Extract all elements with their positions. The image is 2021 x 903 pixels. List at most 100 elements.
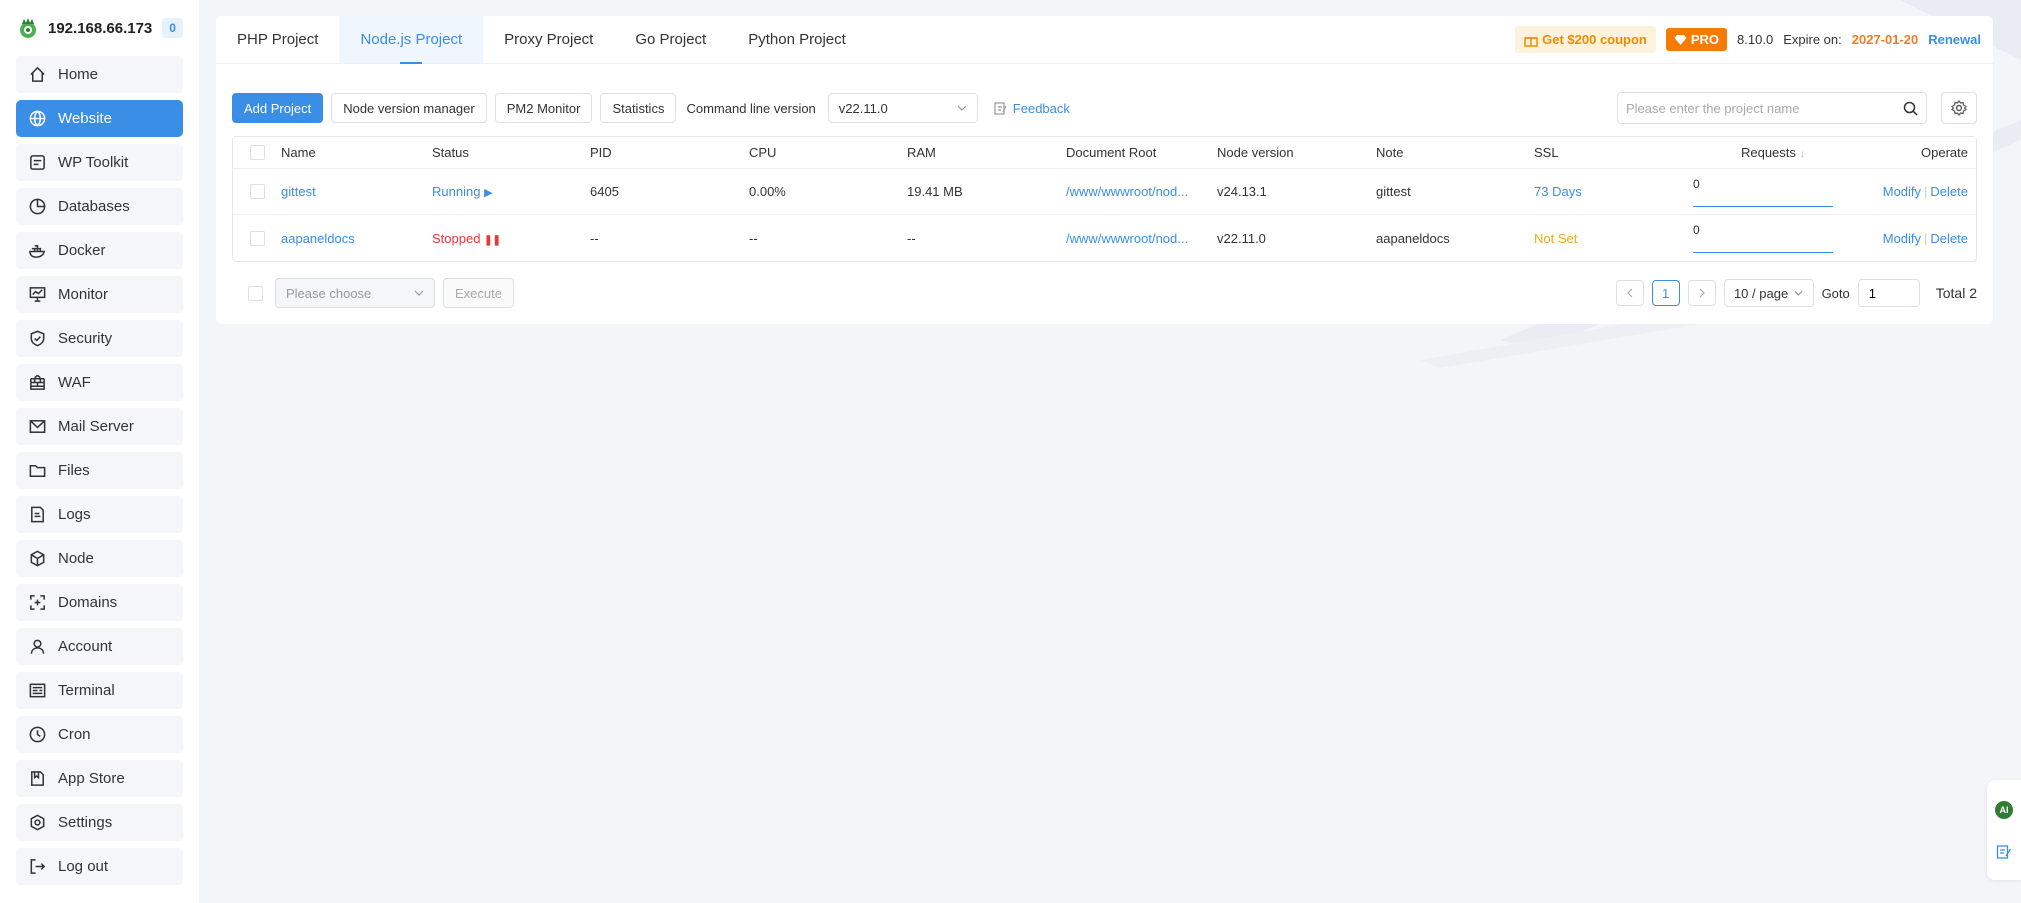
ai-assistant-button[interactable]: AI (1995, 800, 2013, 819)
batch-select-checkbox[interactable] (248, 285, 263, 301)
row-checkbox[interactable] (249, 184, 265, 199)
tab-go-project[interactable]: Go Project (614, 16, 727, 63)
row-checkbox[interactable] (249, 230, 265, 246)
sidebar-item-files[interactable]: Files (16, 452, 183, 489)
execute-button[interactable]: Execute (443, 278, 514, 308)
search-icon[interactable] (1903, 101, 1918, 116)
sidebar-item-mail-server[interactable]: Mail Server (16, 408, 183, 445)
firewall-icon (27, 373, 47, 393)
delete-button[interactable]: Delete (1930, 184, 1968, 199)
renewal-link[interactable]: Renewal (1928, 32, 1981, 47)
terminal-icon (27, 681, 47, 701)
sidebar-item-label: Files (58, 462, 90, 479)
sidebar-nav: Home Website WP Toolkit Databases Docker Moni… (0, 56, 199, 885)
add-project-button[interactable]: Add Project (232, 93, 324, 123)
sidebar-item-app-store[interactable]: App Store (16, 760, 183, 797)
table-row: gittest Running ▶ 6405 0.00% 19.41 MB /w… (233, 169, 1976, 215)
sidebar-item-account[interactable]: Account (16, 628, 183, 665)
doc-root-link[interactable]: /www/wwwroot/nod... (1066, 231, 1217, 246)
project-tabs: PHP Project Node.js Project Proxy Projec… (216, 16, 1993, 64)
ssl-status[interactable]: 73 Days (1534, 184, 1693, 199)
mail-icon (27, 417, 47, 437)
project-search (1617, 92, 1927, 124)
col-name[interactable]: Name (281, 145, 432, 160)
ram-value: -- (907, 230, 916, 246)
row-actions: Modify | Delete (1853, 184, 1976, 199)
sidebar-item-security[interactable]: Security (16, 320, 183, 357)
tab-nodejs-project[interactable]: Node.js Project (339, 16, 484, 63)
sidebar-item-node[interactable]: Node (16, 540, 183, 577)
sidebar-item-monitor[interactable]: Monitor (16, 276, 183, 313)
sidebar-item-waf[interactable]: WAF (16, 364, 183, 401)
server-ip: 192.168.66.173 (48, 19, 153, 37)
status-running[interactable]: Running ▶ (432, 184, 590, 199)
sidebar-header: 192.168.66.173 0 (0, 0, 199, 56)
ssl-status[interactable]: Not Set (1534, 231, 1693, 246)
cmd-version-select[interactable]: v22.11.0 (827, 93, 978, 123)
feedback-label: Feedback (1012, 100, 1070, 116)
batch-action-select[interactable]: Please choose (275, 278, 435, 308)
col-ram: RAM (907, 145, 936, 160)
sidebar-item-wp-toolkit[interactable]: WP Toolkit (16, 144, 183, 181)
project-name-link[interactable]: gittest (281, 184, 432, 199)
modify-button[interactable]: Modify (1883, 184, 1921, 199)
domain-icon (27, 593, 47, 613)
node-version-manager-button[interactable]: Node version manager (331, 93, 487, 123)
chevron-down-icon (957, 105, 967, 111)
doc-root-link[interactable]: /www/wwwroot/nod... (1066, 184, 1217, 199)
tab-php-project[interactable]: PHP Project (216, 16, 339, 63)
sidebar-item-docker[interactable]: Docker (16, 232, 183, 269)
settings-button[interactable] (1941, 92, 1977, 124)
sidebar-item-logs[interactable]: Logs (16, 496, 183, 533)
pm2-monitor-button[interactable]: PM2 Monitor (494, 93, 593, 123)
sidebar-item-label: Website (58, 110, 112, 127)
col-requests[interactable]: Requests ↓ (1693, 145, 1853, 160)
chevron-down-icon (414, 290, 424, 296)
delete-button[interactable]: Delete (1930, 231, 1968, 246)
next-page-button[interactable] (1687, 280, 1716, 306)
tab-python-project[interactable]: Python Project (727, 16, 867, 63)
prev-page-button[interactable] (1615, 280, 1644, 306)
pause-icon: ❚❚ (484, 234, 501, 246)
coupon-button[interactable]: Get $200 coupon (1515, 26, 1656, 53)
requests-sparkline: 0 (1693, 215, 1853, 261)
goto-page-input[interactable] (1857, 279, 1920, 307)
notification-badge[interactable]: 0 (162, 18, 183, 38)
col-note: Note (1376, 145, 1404, 160)
feedback-icon[interactable] (1996, 844, 2012, 860)
gear-icon (27, 813, 47, 833)
col-operate: Operate (1921, 145, 1968, 160)
action-divider: | (1924, 184, 1928, 199)
project-name-link[interactable]: aapaneldocs (281, 231, 432, 246)
sidebar-item-label: Mail Server (58, 418, 134, 435)
sidebar-item-website[interactable]: Website (16, 100, 183, 137)
col-requests-label: Requests (1740, 145, 1796, 160)
note-value[interactable]: gittest (1376, 184, 1534, 199)
sidebar-item-home[interactable]: Home (16, 56, 183, 93)
page-size-select[interactable]: 10 / page (1723, 279, 1814, 307)
note-value[interactable]: aapaneldocs (1376, 231, 1534, 246)
sidebar-item-settings[interactable]: Settings (16, 804, 183, 841)
page-number[interactable]: 1 (1651, 280, 1680, 306)
select-all-checkbox[interactable] (249, 145, 265, 160)
sidebar-item-label: Terminal (58, 682, 115, 699)
docker-icon (27, 241, 47, 261)
sidebar-item-label: Databases (58, 198, 130, 215)
sidebar-item-terminal[interactable]: Terminal (16, 672, 183, 709)
search-input[interactable] (1626, 100, 1903, 116)
user-icon (27, 637, 47, 657)
chevron-right-icon (1699, 288, 1705, 298)
tab-proxy-project[interactable]: Proxy Project (483, 16, 614, 63)
sidebar-item-domains[interactable]: Domains (16, 584, 183, 621)
status-stopped[interactable]: Stopped ❚❚ (432, 231, 590, 246)
requests-value: 0 (1693, 223, 1700, 237)
sidebar-item-databases[interactable]: Databases (16, 188, 183, 225)
modify-button[interactable]: Modify (1883, 231, 1921, 246)
sidebar-item-cron[interactable]: Cron (16, 716, 183, 753)
sidebar-item-log-out[interactable]: Log out (16, 848, 183, 885)
ram-value: 19.41 MB (907, 184, 963, 199)
feedback-link[interactable]: Feedback (994, 101, 1070, 116)
col-status: Status (432, 145, 469, 160)
statistics-button[interactable]: Statistics (600, 93, 677, 123)
pro-badge[interactable]: PRO (1665, 28, 1728, 51)
